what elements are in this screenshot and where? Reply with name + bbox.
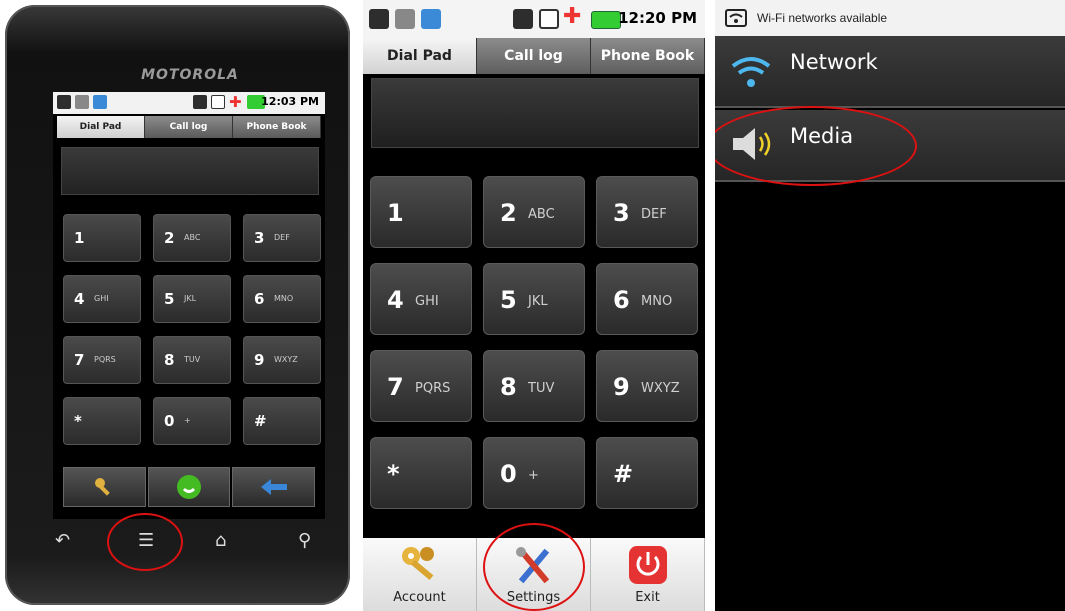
key-digit: 2 xyxy=(164,229,175,247)
key-5[interactable]: 5 JKL xyxy=(153,275,231,323)
key-1[interactable]: 1 xyxy=(63,214,141,262)
key-7[interactable]: 7 PQRS xyxy=(63,336,141,384)
key-digit: 4 xyxy=(387,286,404,314)
menu-item-exit[interactable]: Exit xyxy=(591,538,705,611)
key-digit: 7 xyxy=(74,351,85,369)
key-digit: 5 xyxy=(500,286,517,314)
key-letters: DEF xyxy=(274,233,290,242)
notification-text: Wi-Fi networks available xyxy=(757,11,888,25)
keys-icon xyxy=(401,547,434,581)
key-digit: 3 xyxy=(613,199,630,227)
backspace-button[interactable] xyxy=(232,467,316,507)
key-letters: + xyxy=(528,468,539,483)
key-digit: 9 xyxy=(613,373,630,401)
back-icon[interactable]: ↶ xyxy=(55,530,70,551)
key-digit: 0 xyxy=(164,412,175,430)
key-2[interactable]: 2 ABC xyxy=(483,176,585,248)
key-9[interactable]: 9 WXYZ xyxy=(596,350,698,422)
key-digit: # xyxy=(254,412,267,430)
key-8[interactable]: 8 TUV xyxy=(153,336,231,384)
key-digit: * xyxy=(387,460,400,488)
key-8[interactable]: 8 TUV xyxy=(483,350,585,422)
key-0[interactable]: 0 + xyxy=(483,437,585,509)
key-icon xyxy=(95,478,111,496)
key-hash[interactable]: # xyxy=(243,397,321,445)
menu-label-exit: Exit xyxy=(635,590,660,605)
key-5[interactable]: 5 JKL xyxy=(483,263,585,335)
key-digit: 7 xyxy=(387,373,404,401)
key-letters: WXYZ xyxy=(641,381,680,396)
key-digit: 8 xyxy=(500,373,517,401)
phone-screen: ✚ 12:03 PM Dial Pad Call log Phone Book … xyxy=(53,92,325,519)
key-letters: ABC xyxy=(184,233,201,242)
key-letters: GHI xyxy=(94,294,109,303)
voicemail-button[interactable] xyxy=(63,467,146,507)
key-0[interactable]: 0 + xyxy=(153,397,231,445)
key-digit: 6 xyxy=(254,290,265,308)
key-letters: PQRS xyxy=(94,355,116,364)
home-icon[interactable]: ⌂ xyxy=(215,530,226,551)
key-letters: ABC xyxy=(528,207,555,222)
settings-item-network[interactable]: Network xyxy=(715,36,1065,108)
key-letters: JKL xyxy=(184,294,197,303)
key-digit: 6 xyxy=(613,286,630,314)
wifi-notify-icon xyxy=(725,9,747,27)
key-hash[interactable]: # xyxy=(596,437,698,509)
power-icon xyxy=(628,546,667,584)
settings-screen: Wi-Fi networks available Network Media xyxy=(715,0,1065,611)
call-icon xyxy=(177,475,201,499)
key-digit: 4 xyxy=(74,290,85,308)
key-digit: 9 xyxy=(254,351,265,369)
key-letters: MNO xyxy=(641,294,673,309)
key-letters: PQRS xyxy=(415,381,451,396)
key-9[interactable]: 9 WXYZ xyxy=(243,336,321,384)
highlight-settings xyxy=(483,523,585,611)
key-3[interactable]: 3 DEF xyxy=(243,214,321,262)
action-bar xyxy=(63,467,316,507)
key-letters: GHI xyxy=(415,294,439,309)
status-bar: Wi-Fi networks available xyxy=(715,0,1065,36)
key-letters: TUV xyxy=(184,355,201,364)
key-digit: * xyxy=(74,412,82,430)
key-star[interactable]: * xyxy=(370,437,472,509)
key-4[interactable]: 4 GHI xyxy=(370,263,472,335)
key-digit: 3 xyxy=(254,229,265,247)
keypad: 1 2 ABC 3 DEF 4 GHI 5 JKL 6 MNO 7 PQRS 8 TUV 9 WXYZ * 0 + # xyxy=(363,0,705,611)
menu-label-account: Account xyxy=(393,590,446,605)
phone-device: MOTOROLA ✚ 12:03 PM Dial Pad Call log Ph… xyxy=(5,5,350,605)
dialer-screen: ✚ 12:20 PM Dial Pad Call log Phone Book … xyxy=(363,0,705,611)
highlight-media xyxy=(715,106,917,186)
key-6[interactable]: 6 MNO xyxy=(243,275,321,323)
key-2[interactable]: 2 ABC xyxy=(153,214,231,262)
key-star[interactable]: * xyxy=(63,397,141,445)
key-digit: 1 xyxy=(74,229,85,247)
key-digit: 0 xyxy=(500,460,517,488)
key-7[interactable]: 7 PQRS xyxy=(370,350,472,422)
call-button[interactable] xyxy=(147,467,231,507)
backspace-icon xyxy=(260,479,287,495)
wifi-icon xyxy=(731,57,771,87)
settings-label-network: Network xyxy=(790,50,878,74)
highlight-menu-key xyxy=(107,513,183,571)
key-letters: + xyxy=(184,416,191,425)
key-letters: DEF xyxy=(641,207,667,222)
menu-item-account[interactable]: Account xyxy=(363,538,477,611)
key-1[interactable]: 1 xyxy=(370,176,472,248)
keypad: 1 2 ABC 3 DEF 4 GHI 5 JKL 6 MNO 7 PQRS 8 TUV 9 WXYZ * 0 + # xyxy=(53,92,325,519)
search-icon[interactable]: ⚲ xyxy=(298,530,311,551)
key-3[interactable]: 3 DEF xyxy=(596,176,698,248)
key-letters: MNO xyxy=(274,294,294,303)
key-digit: 1 xyxy=(387,199,404,227)
key-letters: JKL xyxy=(528,294,548,309)
hardware-nav: ↶ ☰ ⌂ ⚲ xyxy=(50,530,330,560)
key-6[interactable]: 6 MNO xyxy=(596,263,698,335)
key-4[interactable]: 4 GHI xyxy=(63,275,141,323)
key-letters: TUV xyxy=(528,381,555,396)
key-digit: 5 xyxy=(164,290,175,308)
key-letters: WXYZ xyxy=(274,355,298,364)
key-digit: # xyxy=(613,460,634,488)
key-digit: 8 xyxy=(164,351,175,369)
key-digit: 2 xyxy=(500,199,517,227)
brand-logo: MOTOROLA xyxy=(141,67,239,83)
